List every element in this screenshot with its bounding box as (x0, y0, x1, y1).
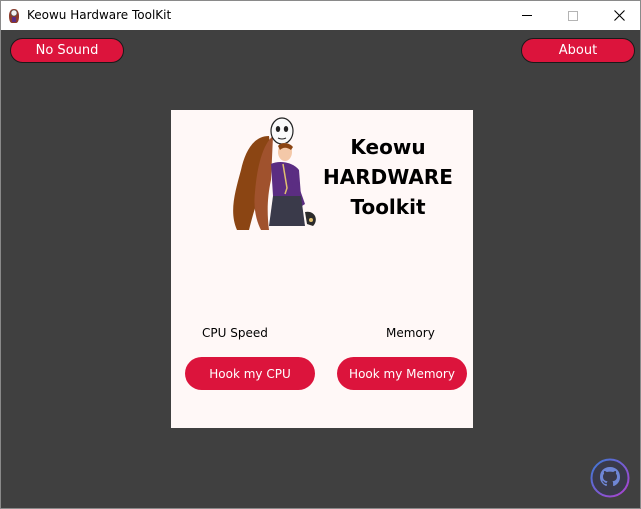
close-icon (613, 10, 625, 21)
cpu-speed-label: CPU Speed (202, 326, 268, 340)
minimize-icon (522, 15, 532, 16)
app-title-line-3: Toolkit (350, 195, 426, 219)
app-title-line-2: HARDWARE (323, 165, 453, 189)
maximize-icon (568, 10, 578, 21)
maximize-button[interactable] (550, 1, 596, 30)
about-button[interactable]: About (521, 38, 635, 63)
github-icon[interactable] (590, 458, 630, 498)
minimize-button[interactable] (504, 1, 550, 30)
main-card: Keowu HARDWARE Toolkit CPU Speed Memory … (171, 110, 473, 428)
app-icon (9, 9, 19, 23)
hook-cpu-button[interactable]: Hook my CPU (185, 357, 315, 390)
window-title: Keowu Hardware ToolKit (27, 8, 172, 22)
memory-label: Memory (386, 326, 435, 340)
mascot-image (233, 117, 316, 230)
no-sound-button[interactable]: No Sound (10, 38, 124, 63)
client-area: No Sound About Keowu HARDWARE Toolkit CP… (1, 30, 640, 508)
close-button[interactable] (596, 1, 641, 30)
hook-memory-button[interactable]: Hook my Memory (337, 357, 467, 390)
app-title: Keowu HARDWARE Toolkit (317, 132, 459, 222)
title-bar[interactable]: Keowu Hardware ToolKit (1, 1, 640, 30)
app-title-line-1: Keowu (350, 135, 426, 159)
app-window: Keowu Hardware ToolKit No Sound About Ke… (0, 0, 641, 509)
